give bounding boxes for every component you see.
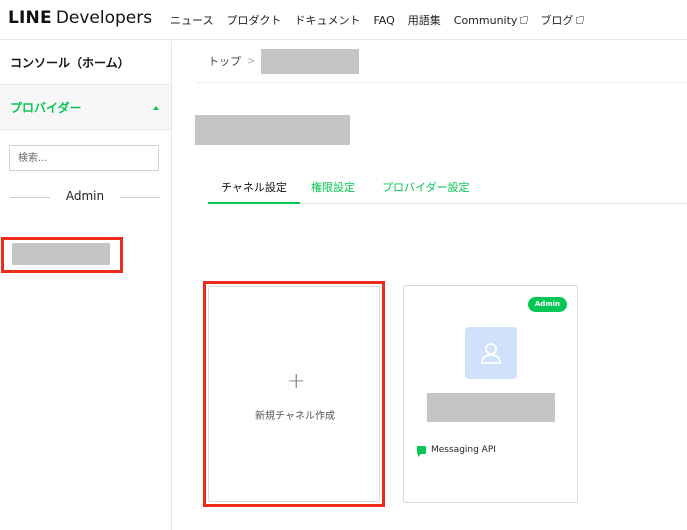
breadcrumb-home[interactable]: トップ: [208, 53, 241, 69]
admin-section-divider: Admin: [10, 187, 160, 207]
user-icon: [481, 343, 501, 364]
provider-item-redacted[interactable]: [12, 243, 110, 265]
nav-documents-label: ドキュメント: [294, 14, 361, 27]
nav-faq-label: FAQ: [373, 13, 395, 27]
sidebar: コンソール（ホーム） プロバイダー Admin: [0, 41, 172, 530]
tab-permission-settings[interactable]: 権限設定: [311, 179, 355, 195]
top-nav: ニュース プロダクト ドキュメント FAQ 用語集 Community ブログ: [170, 12, 596, 28]
messaging-chat-icon: [417, 446, 426, 457]
external-link-icon: [520, 15, 529, 24]
nav-news-label: ニュース: [170, 14, 214, 27]
nav-blog-label: ブログ: [540, 14, 574, 27]
provider-tabs: チャネル設定 権限設定 プロバイダー設定: [208, 172, 687, 204]
channel-name-redacted: [427, 393, 555, 422]
nav-community[interactable]: Community: [453, 12, 529, 28]
nav-faq[interactable]: FAQ: [373, 12, 394, 28]
create-new-channel-card[interactable]: + 新規チャネル作成: [208, 286, 380, 502]
channel-card[interactable]: Admin Messaging API: [403, 285, 578, 503]
channel-type: Messaging API: [417, 445, 496, 457]
nav-products-label: プロダクト: [226, 14, 282, 27]
divider-line-right: [120, 197, 160, 198]
breadcrumb-separator: >: [247, 55, 256, 67]
create-new-channel-label: 新規チャネル作成: [255, 411, 335, 422]
nav-glossary-label: 用語集: [407, 14, 441, 27]
tab-channel-settings[interactable]: チャネル設定: [208, 179, 300, 204]
sidebar-console-label: コンソール（ホーム）: [10, 56, 130, 70]
nav-news[interactable]: ニュース: [170, 12, 213, 28]
plus-icon: +: [287, 369, 306, 394]
admin-section-label: Admin: [65, 189, 105, 203]
admin-badge: Admin: [527, 297, 567, 312]
sidebar-providers-toggle[interactable]: プロバイダー: [0, 86, 171, 130]
tab-provider-settings[interactable]: プロバイダー設定: [382, 179, 470, 195]
provider-title-redacted: [195, 115, 350, 145]
line-developers-logo[interactable]: LINE Developers: [8, 8, 152, 28]
top-header: LINE Developers ニュース プロダクト ドキュメント FAQ 用語集…: [0, 0, 687, 40]
external-link-icon: [576, 15, 585, 24]
provider-item-highlight: [1, 237, 123, 273]
sidebar-console-home[interactable]: コンソール（ホーム）: [0, 41, 171, 85]
nav-glossary[interactable]: 用語集: [408, 12, 441, 28]
caret-up-icon: [153, 106, 159, 110]
channel-avatar: [465, 327, 517, 379]
channel-type-label: Messaging API: [431, 445, 496, 455]
nav-blog[interactable]: ブログ: [540, 12, 585, 28]
logo-developers-text: Developers: [55, 8, 153, 28]
new-channel-highlight: + 新規チャネル作成: [203, 281, 385, 507]
breadcrumb-current-redacted: [261, 48, 360, 74]
logo-line-text: LINE: [8, 8, 52, 28]
nav-documents[interactable]: ドキュメント: [294, 12, 360, 28]
sidebar-providers-label: プロバイダー: [10, 101, 82, 115]
tab-channel-settings-label: チャネル設定: [221, 181, 287, 194]
provider-search-input[interactable]: [9, 145, 159, 171]
nav-products[interactable]: プロダクト: [226, 12, 281, 28]
tab-permission-settings-label: 権限設定: [311, 181, 355, 194]
breadcrumb: トップ >: [208, 48, 360, 74]
breadcrumb-divider: [196, 82, 687, 83]
tab-provider-settings-label: プロバイダー設定: [382, 181, 470, 194]
nav-community-label: Community: [453, 13, 518, 27]
